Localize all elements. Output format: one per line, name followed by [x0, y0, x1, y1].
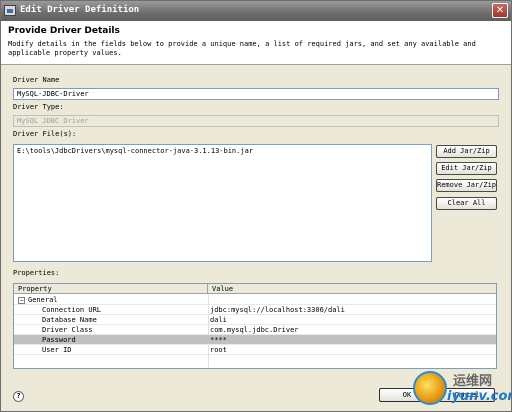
header-description: Modify details in the fields below to pr…	[8, 40, 476, 57]
window-title: Edit Driver Definition	[20, 5, 140, 15]
property-value[interactable]: jdbc:mysql://localhost:3306/dali	[210, 305, 345, 315]
property-key: Connection URL	[42, 306, 102, 314]
watermark-domain: iyunv.com	[447, 389, 512, 404]
edit-driver-dialog: Edit Driver Definition ✕ Provide Driver …	[0, 0, 512, 412]
driver-type-field: MySQL JDBC Driver	[13, 115, 499, 127]
property-value[interactable]: com.mysql.jdbc.Driver	[210, 325, 299, 335]
group-label: General	[28, 296, 58, 304]
property-key: Database Name	[42, 316, 97, 324]
property-row-database-name[interactable]: Database Name dali	[14, 315, 496, 325]
property-row-password[interactable]: Password ****	[14, 335, 496, 345]
title-bar[interactable]: Edit Driver Definition ✕	[1, 1, 511, 21]
help-icon[interactable]: ?	[13, 391, 24, 402]
close-button[interactable]: ✕	[492, 3, 508, 18]
property-value[interactable]: dali	[210, 315, 227, 325]
collapse-icon[interactable]: −	[18, 297, 25, 304]
property-key: User ID	[42, 346, 72, 354]
driver-files-list[interactable]: E:\tools\JdbcDrivers\mysql-connector-jav…	[13, 144, 432, 262]
property-value[interactable]: ****	[210, 335, 227, 345]
driver-type-label: Driver Type:	[13, 103, 64, 111]
watermark-logo-icon	[413, 371, 447, 405]
edit-jar-button[interactable]: Edit Jar/Zip	[436, 162, 497, 175]
properties-header: Property Value	[14, 284, 496, 294]
property-key: Password	[42, 336, 76, 344]
driver-name-label: Driver Name	[13, 76, 60, 84]
property-row-user-id[interactable]: User ID root	[14, 345, 496, 355]
driver-files-label: Driver File(s):	[13, 130, 77, 138]
dialog-header: Provide Driver Details Modify details in…	[1, 21, 511, 65]
driver-app-icon	[4, 5, 16, 16]
column-header-value[interactable]: Value	[208, 284, 496, 294]
properties-label: Properties:	[13, 269, 60, 277]
property-group-general[interactable]: − General	[14, 295, 496, 305]
header-title: Provide Driver Details	[8, 26, 120, 36]
clear-all-button[interactable]: Clear All	[436, 197, 497, 210]
driver-file-item[interactable]: E:\tools\JdbcDrivers\mysql-connector-jav…	[17, 146, 431, 157]
remove-jar-button[interactable]: Remove Jar/Zip	[436, 179, 497, 192]
property-value[interactable]: root	[210, 345, 227, 355]
properties-table[interactable]: Property Value − General Connection URL …	[13, 283, 497, 369]
property-row-driver-class[interactable]: Driver Class com.mysql.jdbc.Driver	[14, 325, 496, 335]
watermark-text: 运维网	[453, 374, 493, 389]
column-header-property[interactable]: Property	[14, 284, 208, 294]
driver-name-input[interactable]: MySQL-JDBC-Driver	[13, 88, 499, 100]
property-key: Driver Class	[42, 326, 93, 334]
watermark: 运维网 iyunv.com	[413, 369, 512, 411]
property-row-connection-url[interactable]: Connection URL jdbc:mysql://localhost:33…	[14, 305, 496, 315]
add-jar-button[interactable]: Add Jar/Zip	[436, 145, 497, 158]
